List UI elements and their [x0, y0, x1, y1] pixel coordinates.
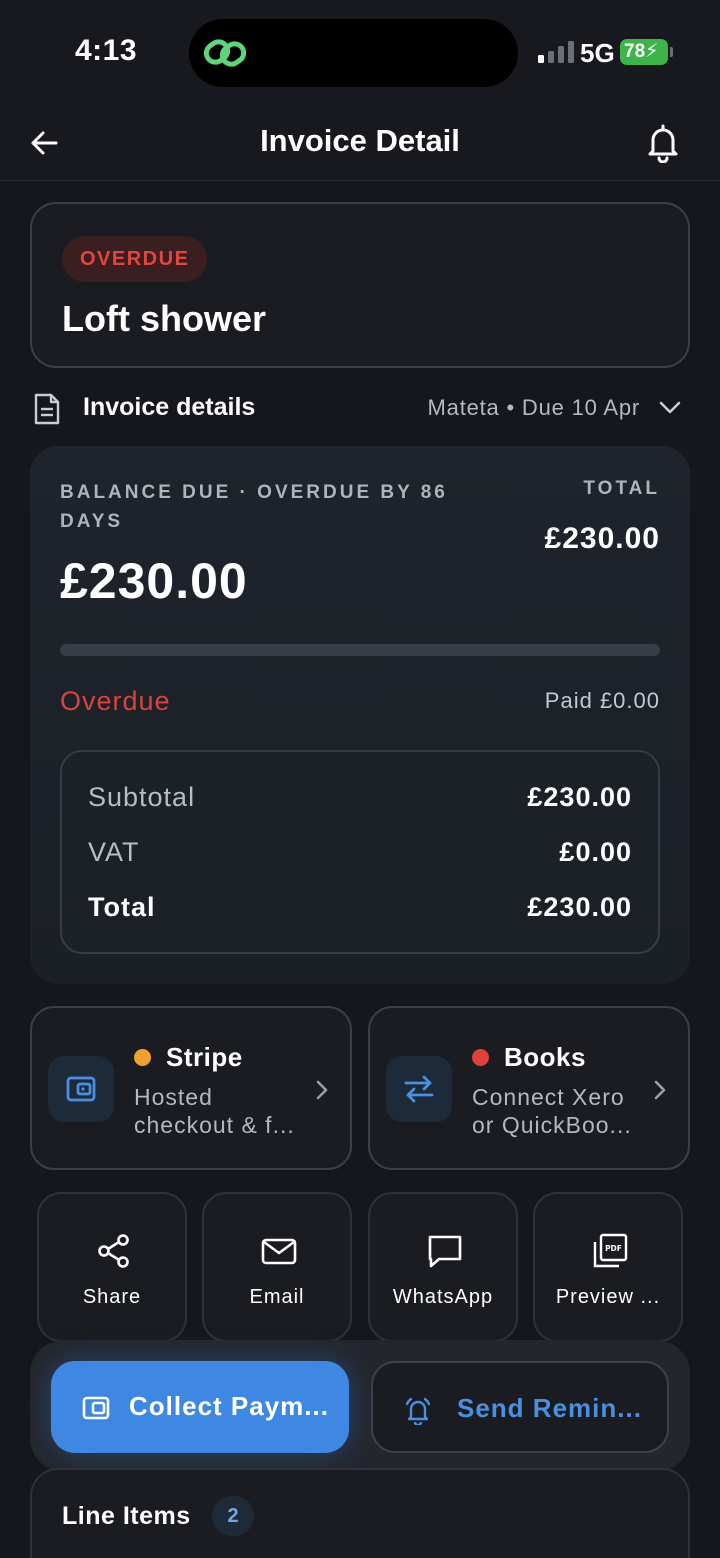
integration-name: Books — [504, 1042, 586, 1072]
integration-description: Hosted checkout & f... — [134, 1084, 295, 1138]
share-label: Share — [82, 1286, 142, 1308]
preview-pdf-button[interactable]: PDF Preview ... — [533, 1192, 683, 1342]
status-badge: OVERDUE — [62, 236, 208, 282]
books-integration-card[interactable]: Books Connect Xero or QuickBoo... — [368, 1006, 690, 1170]
nav-header: Invoice Detail — [0, 105, 720, 181]
battery-level: 78 — [624, 41, 646, 62]
share-button[interactable]: Share — [37, 1192, 187, 1342]
summary-row-subtotal: Subtotal £230.00 — [88, 782, 632, 822]
chevron-right-icon — [316, 1080, 328, 1100]
chevron-down-icon — [659, 401, 681, 414]
payment-progress-bar — [60, 644, 660, 656]
network-type: 5G — [580, 38, 615, 68]
share-icon — [98, 1234, 129, 1268]
chevron-right-icon — [654, 1080, 666, 1100]
pdf-icon: PDF — [593, 1233, 628, 1268]
invoice-details-toggle[interactable]: Invoice details Mateta • Due 10 Apr — [30, 384, 690, 434]
wallet-icon — [82, 1396, 110, 1420]
integration-description: Connect Xero or QuickBoo... — [472, 1084, 632, 1138]
sync-arrows-icon — [404, 1075, 434, 1103]
whatsapp-button[interactable]: WhatsApp — [368, 1192, 518, 1342]
status-dot — [134, 1049, 151, 1066]
document-icon — [34, 393, 60, 425]
summary-value: £230.00 — [527, 892, 632, 922]
collect-payment-button[interactable]: Collect Paym... — [51, 1361, 349, 1453]
totals-summary: Subtotal £230.00 VAT £0.00 Total £230.00 — [60, 750, 660, 954]
invoice-details-label: Invoice details — [83, 393, 256, 421]
integration-icon-box — [386, 1056, 452, 1122]
bottom-action-bar: Collect Paym... Send Remin... — [30, 1340, 690, 1472]
collect-payment-label: Collect Paym... — [129, 1391, 329, 1421]
charging-icon: ⚡ — [645, 41, 659, 62]
invoice-job-name: Loft shower — [62, 298, 266, 339]
svg-text:PDF: PDF — [605, 1244, 622, 1253]
integration-icon-box — [48, 1056, 114, 1122]
balance-card: BALANCE DUE · OVERDUE BY 86 DAYS TOTAL £… — [30, 446, 690, 984]
summary-row-total: Total £230.00 — [88, 892, 632, 932]
wallet-icon — [66, 1076, 96, 1102]
preview-label: Preview ... — [555, 1286, 661, 1308]
summary-value: £230.00 — [527, 782, 632, 812]
status-bar: 4:13 5G 78⚡ — [0, 0, 720, 105]
summary-label: Subtotal — [88, 782, 196, 812]
balance-amount: £230.00 — [60, 553, 248, 609]
summary-label: Total — [88, 892, 156, 922]
payment-status: Overdue — [60, 686, 171, 716]
line-items-count-badge: 2 — [212, 1496, 254, 1536]
mail-icon — [261, 1238, 297, 1265]
summary-label: VAT — [88, 837, 140, 867]
alarm-bell-icon — [405, 1397, 431, 1425]
whatsapp-label: WhatsApp — [392, 1286, 494, 1308]
battery-indicator: 78⚡ — [620, 39, 673, 65]
battery-cap — [670, 47, 673, 57]
email-button[interactable]: Email — [202, 1192, 352, 1342]
summary-value: £0.00 — [559, 837, 632, 867]
send-reminder-button[interactable]: Send Remin... — [371, 1361, 669, 1453]
paid-amount: Paid £0.00 — [544, 688, 660, 713]
summary-row-vat: VAT £0.00 — [88, 837, 632, 877]
send-reminder-label: Send Remin... — [457, 1393, 642, 1423]
line-items-title: Line Items — [62, 1502, 191, 1530]
bell-icon[interactable] — [644, 123, 682, 163]
invoice-client-due: Mateta • Due 10 Apr — [427, 395, 640, 420]
message-icon — [428, 1235, 462, 1268]
total-value: £230.00 — [544, 522, 660, 555]
dynamic-island — [189, 19, 518, 87]
total-label: TOTAL — [583, 478, 660, 499]
email-label: Email — [249, 1286, 305, 1308]
status-dot — [472, 1049, 489, 1066]
page-title: Invoice Detail — [260, 123, 460, 158]
line-items-section: Line Items 2 — [30, 1468, 690, 1558]
balance-due-label: BALANCE DUE · OVERDUE BY 86 DAYS — [60, 482, 448, 532]
app-activity-icon — [203, 39, 247, 67]
status-time: 4:13 — [75, 34, 138, 67]
integration-name: Stripe — [166, 1042, 243, 1072]
signal-icon — [538, 41, 574, 63]
stripe-integration-card[interactable]: Stripe Hosted checkout & f... — [30, 1006, 352, 1170]
invoice-title-card: OVERDUE Loft shower — [30, 202, 690, 368]
